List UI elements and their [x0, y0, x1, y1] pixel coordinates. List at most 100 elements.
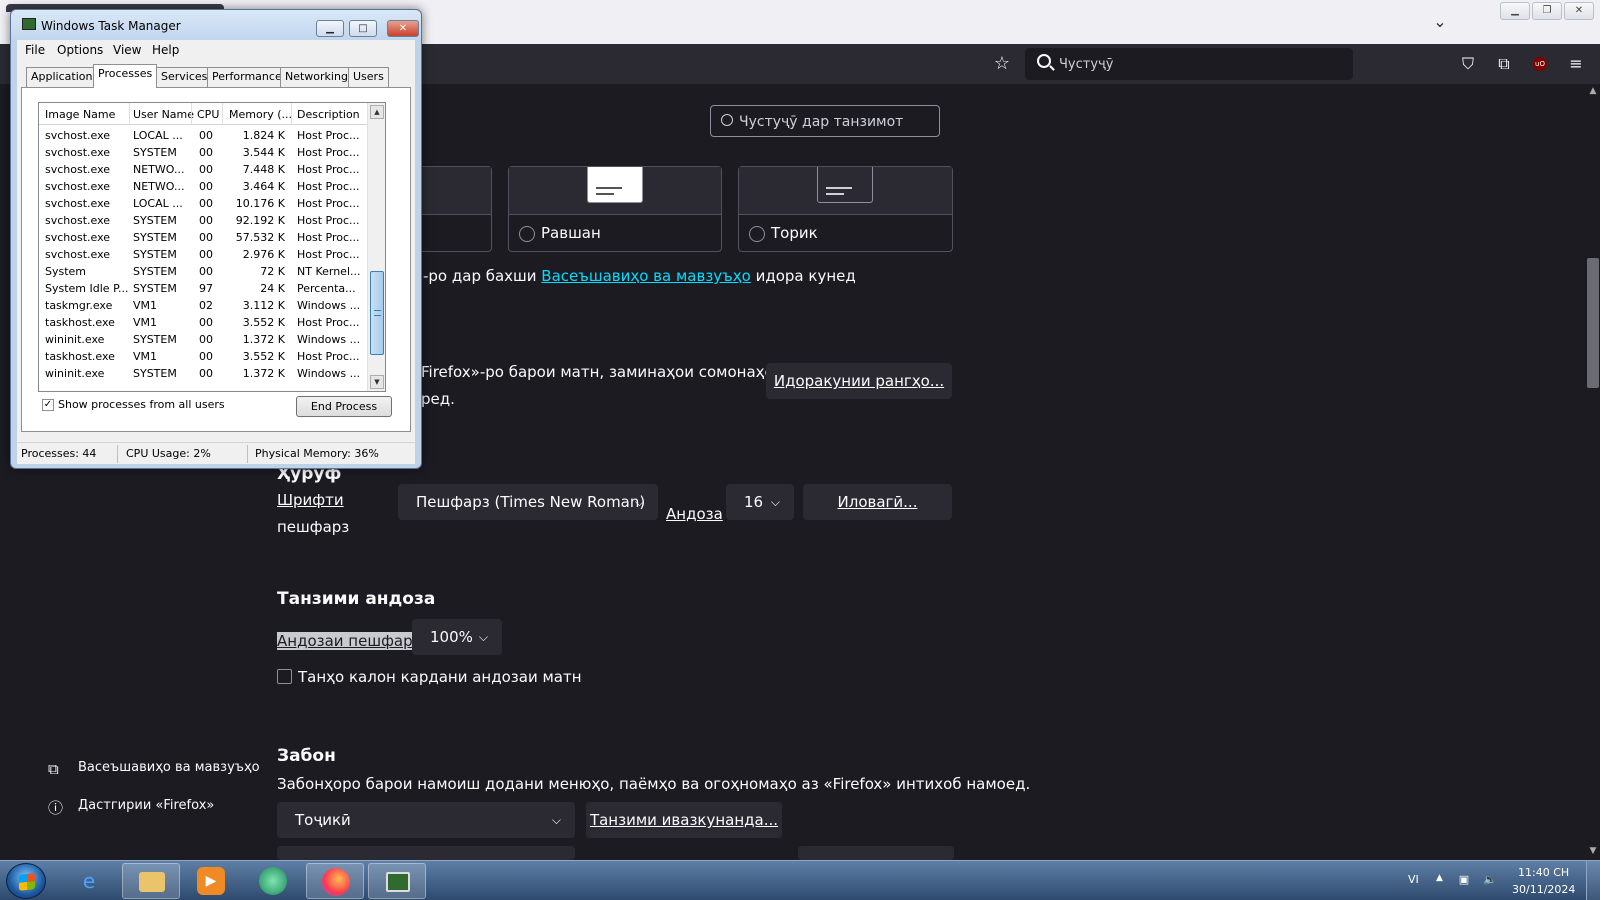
- process-row[interactable]: taskmgr.exe VM1 02 3.112 K Windows ...: [39, 297, 367, 314]
- scroll-up-icon[interactable]: ▲: [370, 105, 384, 119]
- theme-radio-light[interactable]: [519, 226, 535, 242]
- task-manager-titlebar[interactable]: Windows Task Manager ▁ □ ✕: [11, 10, 421, 40]
- network-icon[interactable]: ▣: [1456, 873, 1472, 887]
- process-row[interactable]: svchost.exe SYSTEM 00 92.192 K Host Proc...: [39, 212, 367, 229]
- clock-date[interactable]: 30/11/2024: [1512, 883, 1575, 896]
- font-size-select[interactable]: 16 ⌵: [726, 484, 794, 520]
- tray-language[interactable]: VI: [1408, 873, 1419, 886]
- extensions-themes-link[interactable]: Васеъшавиҳо ва мавзуъҳо: [541, 267, 751, 285]
- tm-close-button[interactable]: ✕: [387, 20, 419, 37]
- process-row[interactable]: svchost.exe SYSTEM 00 2.976 K Host Proc...: [39, 246, 367, 263]
- process-row[interactable]: System SYSTEM 00 72 K NT Kernel...: [39, 263, 367, 280]
- default-font-select[interactable]: Пешфарз (Times New Roman) ⌵: [398, 484, 658, 520]
- theme-card-light[interactable]: Равшан: [508, 166, 722, 252]
- url-bar-input[interactable]: [1059, 52, 1339, 76]
- url-bar[interactable]: [1025, 48, 1353, 80]
- tm-menu-help[interactable]: Help: [152, 43, 179, 57]
- partial-setting-button[interactable]: [798, 846, 954, 860]
- tm-tab-performance[interactable]: Performance: [207, 67, 287, 87]
- show-desktop-button[interactable]: [1586, 861, 1600, 900]
- taskbar-media-player[interactable]: ▶: [182, 863, 240, 899]
- firefox-close-button[interactable]: ✕: [1564, 2, 1594, 20]
- col-image-name[interactable]: Image Name: [45, 108, 115, 121]
- taskbar-firefox[interactable]: [306, 863, 364, 899]
- col-description[interactable]: Description: [297, 108, 360, 121]
- end-process-button[interactable]: End Process: [296, 396, 392, 417]
- process-cpu: 00: [199, 180, 213, 193]
- tm-maximize-button[interactable]: □: [349, 20, 377, 37]
- bookmark-star-icon[interactable]: ☆: [990, 52, 1014, 76]
- col-user-name[interactable]: User Name: [133, 108, 194, 121]
- ublock-origin-icon[interactable]: uO: [1533, 57, 1547, 71]
- process-list[interactable]: Image Name User Name CPU Memory (... Des…: [38, 102, 386, 392]
- default-font-label-line1: Шрифти: [277, 491, 344, 509]
- pocket-icon[interactable]: ⛉: [1456, 52, 1480, 76]
- show-all-processes-option[interactable]: ✓ Show processes from all users: [42, 398, 225, 411]
- tray-expand-icon[interactable]: ▲: [1436, 873, 1443, 883]
- font-size-label: Андоза: [666, 505, 723, 523]
- process-list-scroll-thumb[interactable]: [370, 271, 384, 355]
- app-menu-icon[interactable]: ≡: [1564, 52, 1588, 76]
- process-image-name: svchost.exe: [45, 163, 111, 176]
- col-memory[interactable]: Memory (...: [229, 108, 292, 121]
- volume-muted-icon[interactable]: 🔈: [1482, 873, 1498, 887]
- process-image-name: wininit.exe: [45, 367, 105, 380]
- tm-tab-users[interactable]: Users: [348, 67, 389, 87]
- tm-tab-processes[interactable]: Processes: [93, 64, 158, 88]
- process-cpu: 00: [199, 333, 213, 346]
- default-zoom-select[interactable]: 100% ⌵: [412, 619, 502, 655]
- scroll-down-icon[interactable]: ▼: [370, 375, 384, 389]
- settings-search-box[interactable]: [710, 105, 940, 137]
- tm-minimize-button[interactable]: ▁: [316, 20, 344, 37]
- process-row[interactable]: svchost.exe SYSTEM 00 57.532 K Host Proc...: [39, 229, 367, 246]
- extensions-icon[interactable]: ⧉: [1492, 52, 1516, 76]
- process-row[interactable]: taskhost.exe VM1 00 3.552 K Host Proc...: [39, 314, 367, 331]
- chevron-down-icon: ⌵: [478, 630, 488, 644]
- list-all-tabs-button[interactable]: ⌄: [1428, 10, 1452, 34]
- process-row[interactable]: wininit.exe SYSTEM 00 1.372 K Windows ...: [39, 365, 367, 382]
- manage-colors-button[interactable]: Идоракунии рангҳо...: [766, 363, 952, 399]
- taskbar-file-explorer[interactable]: [122, 863, 180, 899]
- firefox-restore-button[interactable]: ❐: [1532, 2, 1562, 20]
- start-button[interactable]: [6, 863, 46, 899]
- process-row[interactable]: svchost.exe SYSTEM 00 3.544 K Host Proc...: [39, 144, 367, 161]
- process-list-scrollbar[interactable]: ▲ ▼: [367, 103, 385, 391]
- tm-tab-networking[interactable]: Networking: [280, 67, 353, 87]
- tm-tab-applications[interactable]: Applications: [26, 67, 104, 87]
- scroll-down-icon[interactable]: ▼: [1587, 846, 1599, 856]
- advanced-fonts-button[interactable]: Иловагӣ...: [803, 484, 952, 520]
- scroll-up-icon[interactable]: ▲: [1587, 86, 1599, 96]
- firefox-minimize-button[interactable]: ▁: [1500, 2, 1530, 20]
- show-all-processes-checkbox[interactable]: ✓: [42, 399, 54, 411]
- page-scroll-thumb[interactable]: [1587, 258, 1599, 388]
- process-row[interactable]: taskhost.exe VM1 00 3.552 K Host Proc...: [39, 348, 367, 365]
- settings-search-input[interactable]: [739, 110, 935, 134]
- language-select[interactable]: Тоҷикӣ ⌵: [277, 802, 575, 838]
- theme-radio-dark[interactable]: [749, 226, 765, 242]
- tm-menu-file[interactable]: File: [25, 43, 45, 57]
- sidebar-extensions-link[interactable]: Васеъшавиҳо ва мавзуъҳо: [78, 760, 260, 775]
- process-row[interactable]: svchost.exe LOCAL ... 00 1.824 K Host Proc..…: [39, 127, 367, 144]
- zoom-text-only-checkbox[interactable]: [277, 669, 292, 684]
- col-cpu[interactable]: CPU: [197, 108, 219, 121]
- process-row[interactable]: svchost.exe NETWO... 00 3.464 K Host Proc...: [39, 178, 367, 195]
- sidebar-support-link[interactable]: Дастгирии «Firefox»: [78, 798, 214, 813]
- taskbar-app-globe[interactable]: [244, 863, 302, 899]
- process-row[interactable]: svchost.exe NETWO... 00 7.448 K Host Proc...: [39, 161, 367, 178]
- alternative-languages-button[interactable]: Танзими ивазкунанда...: [586, 802, 782, 838]
- process-cpu: 02: [199, 299, 213, 312]
- process-row[interactable]: System Idle P... SYSTEM 97 24 K Percenta...: [39, 280, 367, 297]
- theme-preview: [509, 167, 721, 215]
- tm-menu-options[interactable]: Options: [57, 43, 103, 57]
- taskbar-task-manager[interactable]: [368, 863, 426, 899]
- tm-menu-view[interactable]: View: [113, 43, 141, 57]
- process-row[interactable]: svchost.exe LOCAL ... 00 10.176 K Host Proc.…: [39, 195, 367, 212]
- clock-time[interactable]: 11:40 CH: [1518, 866, 1569, 879]
- theme-card-dark[interactable]: Торик: [738, 166, 953, 252]
- task-manager-window[interactable]: Windows Task Manager ▁ □ ✕ File Options …: [10, 9, 422, 469]
- process-memory: 1.372 K: [242, 333, 285, 346]
- page-scrollbar[interactable]: ▲ ▼: [1584, 84, 1600, 860]
- tm-tab-services[interactable]: Services: [156, 67, 213, 87]
- taskbar-internet-explorer[interactable]: e: [60, 863, 118, 899]
- process-row[interactable]: wininit.exe SYSTEM 00 1.372 K Windows ...: [39, 331, 367, 348]
